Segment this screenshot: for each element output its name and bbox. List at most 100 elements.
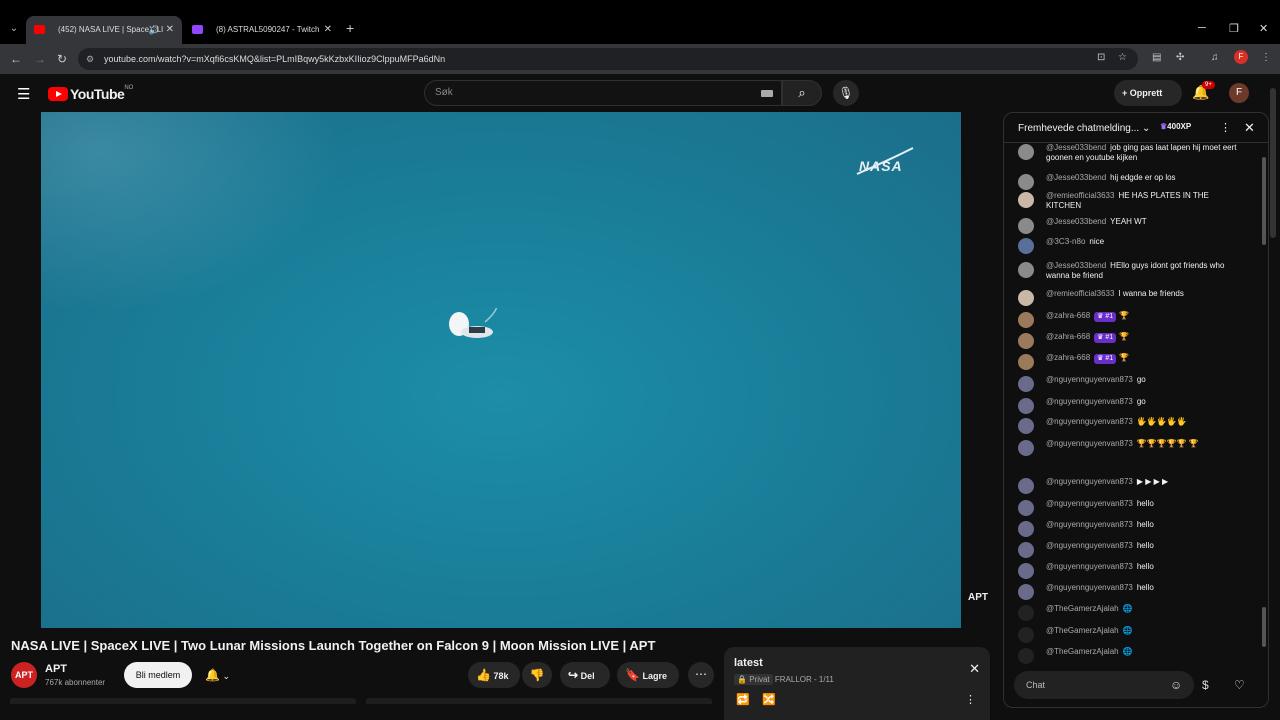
chat-author-avatar[interactable]	[1018, 312, 1034, 328]
close-tab-icon[interactable]: ✕	[324, 16, 332, 44]
voice-search-icon[interactable]: 🎙	[833, 80, 859, 106]
heart-icon[interactable]: ♡	[1234, 678, 1245, 692]
tab-search-icon[interactable]: ⌄	[6, 21, 22, 37]
subscription-bell-button[interactable]: 🔔 ⌄	[197, 662, 247, 688]
chat-author-name[interactable]: @TheGamerzAjalah	[1046, 647, 1119, 656]
chat-author-name[interactable]: @nguyennguyenvan873	[1046, 520, 1133, 529]
chat-author-avatar[interactable]	[1018, 238, 1034, 254]
puzzle-extensions-icon[interactable]: ✣	[1176, 52, 1184, 63]
restore-button[interactable]: ❐	[1229, 22, 1239, 35]
chat-author-avatar[interactable]	[1018, 521, 1034, 537]
chat-author-name[interactable]: @nguyennguyenvan873	[1046, 562, 1133, 571]
chat-author-name[interactable]: @nguyennguyenvan873	[1046, 417, 1133, 426]
chat-author-name[interactable]: @remieofficial3633	[1046, 289, 1114, 298]
chat-author-avatar[interactable]	[1018, 376, 1034, 392]
page-scrollbar[interactable]	[1270, 88, 1276, 238]
chat-author-name[interactable]: @Jesse033bend	[1046, 261, 1106, 270]
chat-author-avatar[interactable]	[1018, 584, 1034, 600]
media-control-icon[interactable]: ♫	[1211, 52, 1219, 63]
create-button[interactable]: + Opprett	[1114, 80, 1182, 106]
join-button[interactable]: Bli medlem	[124, 662, 192, 688]
chat-author-name[interactable]: @remieofficial3633	[1046, 191, 1114, 200]
chat-messages[interactable]: @Jesse033bend job ging pas laat lapen hij…	[1004, 143, 1268, 665]
audio-playing-icon[interactable]: 🔊	[149, 16, 160, 44]
chat-author-avatar[interactable]	[1018, 418, 1034, 434]
reload-icon[interactable]: ↻	[57, 52, 67, 66]
chat-scrollbar[interactable]	[1262, 157, 1266, 245]
playlist-title[interactable]: latest	[734, 657, 763, 669]
youtube-logo[interactable]: YouTubeNO	[48, 85, 133, 102]
chat-author-name[interactable]: @TheGamerzAjalah	[1046, 626, 1119, 635]
chat-scrollbar-thumb[interactable]	[1262, 607, 1266, 647]
chat-author-avatar[interactable]	[1018, 290, 1034, 306]
chat-author-name[interactable]: @nguyennguyenvan873	[1046, 397, 1133, 406]
chat-author-avatar[interactable]	[1018, 333, 1034, 349]
account-avatar[interactable]: F	[1229, 83, 1249, 103]
chat-author-name[interactable]: @zahra-668	[1046, 353, 1090, 362]
chat-author-name[interactable]: @nguyennguyenvan873	[1046, 375, 1133, 384]
search-button[interactable]: ⌕	[782, 80, 822, 106]
close-window-button[interactable]: ✕	[1259, 22, 1268, 35]
xp-badge[interactable]: ♛400XP	[1160, 122, 1191, 131]
chat-author-name[interactable]: @nguyennguyenvan873	[1046, 439, 1133, 448]
chat-more-icon[interactable]: ⋮	[1220, 121, 1231, 134]
menu-icon[interactable]: ☰	[17, 85, 30, 103]
chat-author-name[interactable]: @Jesse033bend	[1046, 143, 1106, 152]
close-tab-icon[interactable]: ✕	[166, 16, 174, 44]
chat-author-avatar[interactable]	[1018, 218, 1034, 234]
chat-author-name[interactable]: @zahra-668	[1046, 332, 1090, 341]
chat-author-name[interactable]: @Jesse033bend	[1046, 217, 1106, 226]
minimize-button[interactable]: ─	[1198, 22, 1206, 34]
shuffle-icon[interactable]: 🔀	[762, 693, 776, 706]
chat-author-name[interactable]: @nguyennguyenvan873	[1046, 541, 1133, 550]
playlist-more-icon[interactable]: ⋮	[965, 693, 976, 706]
channel-name[interactable]: APT	[45, 663, 67, 675]
install-app-icon[interactable]: ⊡	[1097, 52, 1105, 63]
search-input[interactable]: Søk	[424, 80, 782, 106]
bookmark-star-icon[interactable]: ☆	[1118, 52, 1127, 63]
chat-author-name[interactable]: @nguyennguyenvan873	[1046, 477, 1133, 486]
address-bar[interactable]: ⚙ youtube.com/watch?v=mXqfi6csKMQ&list=P…	[78, 48, 1138, 70]
emoji-icon[interactable]: ☺	[1170, 678, 1182, 692]
chat-author-avatar[interactable]	[1018, 144, 1034, 160]
chat-author-name[interactable]: @zahra-668	[1046, 311, 1090, 320]
close-playlist-icon[interactable]: ✕	[969, 661, 980, 677]
chat-author-name[interactable]: @nguyennguyenvan873	[1046, 583, 1133, 592]
close-chat-icon[interactable]: ✕	[1244, 120, 1255, 136]
chat-author-avatar[interactable]	[1018, 262, 1034, 278]
chat-author-name[interactable]: @Jesse033bend	[1046, 173, 1106, 182]
chat-author-name[interactable]: @nguyennguyenvan873	[1046, 499, 1133, 508]
super-chat-icon[interactable]: $	[1202, 678, 1209, 692]
chat-author-avatar[interactable]	[1018, 354, 1034, 370]
like-button[interactable]: 👍 78k	[468, 662, 520, 688]
chat-author-name[interactable]: @ЗСЗ-n8o	[1046, 237, 1085, 246]
chat-author-avatar[interactable]	[1018, 174, 1034, 190]
save-button[interactable]: 🔖 Lagre	[617, 662, 679, 688]
chat-author-avatar[interactable]	[1018, 500, 1034, 516]
browser-tab-twitch[interactable]: (8) ASTRAL5090247 - Twitch ✕	[184, 16, 340, 44]
chat-author-avatar[interactable]	[1018, 627, 1034, 643]
chat-author-avatar[interactable]	[1018, 563, 1034, 579]
channel-avatar[interactable]: APT	[11, 662, 37, 688]
browser-tab-youtube[interactable]: (452) NASA LIVE | SpaceX LI 🔊 ✕	[26, 16, 182, 44]
more-actions-icon[interactable]: ⋯	[688, 662, 714, 688]
chat-author-avatar[interactable]	[1018, 648, 1034, 664]
chat-author-avatar[interactable]	[1018, 605, 1034, 621]
loop-icon[interactable]: 🔁	[736, 693, 750, 706]
chat-author-avatar[interactable]	[1018, 398, 1034, 414]
dislike-button[interactable]: 👎	[522, 662, 552, 688]
forward-icon[interactable]: →	[34, 52, 46, 66]
chat-author-avatar[interactable]	[1018, 440, 1034, 456]
chat-author-avatar[interactable]	[1018, 542, 1034, 558]
chat-author-avatar[interactable]	[1018, 192, 1034, 208]
extension-icon[interactable]: ▤	[1152, 52, 1161, 63]
new-tab-button[interactable]: +	[346, 20, 354, 36]
video-player[interactable]: NASA	[41, 112, 961, 628]
browser-profile-avatar[interactable]: F	[1234, 50, 1248, 64]
browser-menu-icon[interactable]: ⋮	[1261, 52, 1271, 63]
back-icon[interactable]: ←	[10, 52, 22, 66]
site-info-icon[interactable]: ⚙	[86, 48, 94, 70]
chat-input[interactable]: Chat	[1014, 671, 1194, 699]
keyboard-icon[interactable]	[761, 90, 773, 97]
chat-mode-dropdown[interactable]: Fremhevede chatmelding... ⌄	[1018, 123, 1150, 134]
